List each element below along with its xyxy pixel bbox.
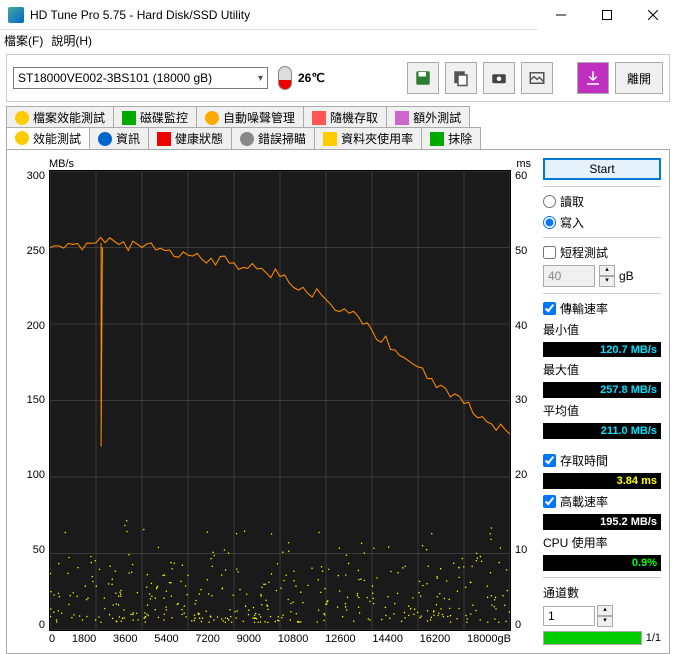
channels-label: 通道數 [543,584,661,601]
burst-rate-checkbox[interactable]: 高載速率 [543,493,661,510]
speaker-icon [205,111,219,125]
write-radio[interactable]: 寫入 [543,214,661,231]
min-value: 120.7 MB/s [543,342,661,358]
access-time-checkbox[interactable]: 存取時間 [543,452,661,469]
tab-aam[interactable]: 自動噪聲管理 [196,106,304,128]
bulb-icon [15,111,29,125]
exit-button[interactable]: 離開 [615,62,663,94]
tab-info[interactable]: 資訊 [89,127,149,149]
tab-error-scan[interactable]: 錯誤掃瞄 [231,127,315,149]
max-value: 257.8 MB/s [543,382,661,398]
transfer-rate-checkbox[interactable]: 傳輸速率 [543,300,661,317]
read-radio[interactable]: 讀取 [543,193,661,210]
scan-icon [240,132,254,146]
bulb-icon [15,131,29,145]
channel-spinner[interactable]: ▴▾ [597,605,613,627]
chevron-down-icon: ▾ [258,73,263,84]
burst-rate-value: 195.2 MB/s [543,514,661,530]
y2-axis-label: ms [516,158,531,170]
copy-button[interactable] [445,62,477,94]
min-label: 最小值 [543,321,661,338]
device-select[interactable]: ST18000VE002-3BS101 (18000 gB) ▾ [13,67,268,89]
maximize-button[interactable] [584,0,630,30]
tab-extra-tests[interactable]: 額外測試 [386,106,470,128]
save-button[interactable] [407,62,439,94]
random-icon [312,111,326,125]
cpu-label: CPU 使用率 [543,534,661,551]
tab-health[interactable]: 健康狀態 [148,127,232,149]
y1-axis: 300250200150100500 [15,170,49,631]
image-button[interactable] [521,62,553,94]
channel-progress [543,631,642,645]
short-test-checkbox[interactable]: 短程測試 [543,244,661,261]
health-icon [157,132,171,146]
channel-total: 1/1 [646,632,661,644]
close-button[interactable] [630,0,676,30]
app-icon [8,7,24,23]
folder-icon [323,132,337,146]
short-test-size-input: 40 [543,265,595,287]
monitor-icon [122,111,136,125]
window-title: HD Tune Pro 5.75 - Hard Disk/SSD Utility [30,8,538,22]
max-label: 最大值 [543,361,661,378]
tab-benchmark[interactable]: 效能測試 [6,127,90,149]
tab-disk-monitor[interactable]: 磁碟監控 [113,106,197,128]
screenshot-button[interactable] [483,62,515,94]
channel-count: 1 [543,606,595,626]
chart-canvas [49,170,511,631]
extra-icon [395,111,409,125]
cpu-value: 0.9% [543,555,661,571]
info-icon [98,132,112,146]
y1-axis-label: MB/s [49,158,74,170]
menu-help[interactable]: 說明(H) [51,32,92,49]
spinner-buttons[interactable]: ▴▾ [599,265,615,287]
minimize-button[interactable] [538,0,584,30]
start-button[interactable]: Start [543,158,661,180]
erase-icon [430,132,444,146]
thermometer-icon [278,66,292,90]
y2-axis: 6050403020100 [511,170,535,631]
menu-file[interactable]: 檔案(F) [4,32,43,49]
x-axis: 0180036005400720090001080012600144001620… [15,631,535,645]
access-time-value: 3.84 ms [543,473,661,489]
tab-random-access[interactable]: 隨機存取 [303,106,387,128]
avg-label: 平均值 [543,402,661,419]
avg-value: 211.0 MB/s [543,423,661,439]
tab-file-benchmark[interactable]: 檔案效能測試 [6,106,114,128]
device-select-value: ST18000VE002-3BS101 (18000 gB) [18,71,212,85]
download-button[interactable] [577,62,609,94]
tab-erase[interactable]: 抹除 [421,127,481,149]
temperature-value: 26℃ [298,71,325,85]
tab-folder-usage[interactable]: 資料夾使用率 [314,127,422,149]
